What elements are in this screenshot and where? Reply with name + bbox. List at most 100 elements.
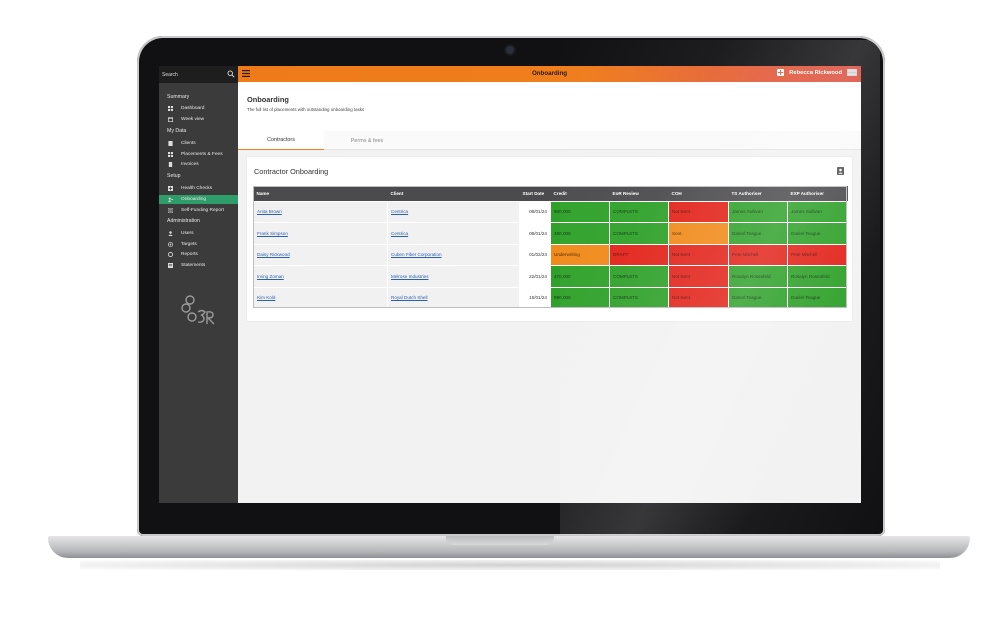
laptop-notch	[446, 536, 554, 545]
sidebar-item-users[interactable]: Users	[159, 229, 238, 238]
user-icon	[168, 231, 173, 236]
status-cell-exp[interactable]: Pete Mitchell	[787, 243, 848, 266]
sidebar-item-placements-fees[interactable]: Placements & Fees	[159, 150, 238, 159]
column-header-name[interactable]: Name	[253, 186, 388, 201]
client-link[interactable]: Centrica	[391, 231, 408, 236]
nav-section-administration: Administration	[167, 218, 200, 224]
status-cell-exp[interactable]: Daniel Teague	[787, 222, 848, 245]
column-header-client[interactable]: Client	[387, 186, 520, 201]
cell-client: Cuben Fiber Corporation	[387, 243, 520, 266]
status-cell-eor[interactable]: DRAFT	[609, 243, 669, 266]
table-row: Irving Zoman Melrose Industries 22/01/24 47…	[253, 265, 848, 288]
table-row: Frank Simpson Centrica 08/01/24 480,000 COMP…	[253, 222, 848, 245]
status-cell-credit[interactable]: 990,000	[550, 286, 610, 309]
column-header-credit[interactable]: Credit	[550, 186, 610, 201]
contractor-onboarding-card: Contractor Onboarding Name Client Start …	[247, 157, 852, 321]
tab-bar: Contractors Perms & fees	[238, 131, 861, 150]
column-header-exp-authoriser[interactable]: EXP Authoriser	[787, 186, 848, 201]
status-cell-exp[interactable]: Rosalyn Rosenfeld	[787, 265, 848, 288]
tab-perms-fees[interactable]: Perms & fees	[324, 131, 410, 150]
client-link[interactable]: Melrose Industries	[391, 274, 429, 279]
client-link[interactable]: Centrica	[391, 209, 408, 214]
sidebar-item-week-view[interactable]: Week view	[159, 115, 238, 124]
page-subtitle: The full list of placements with outstan…	[247, 107, 365, 112]
sidebar-item-reports[interactable]: Reports	[159, 250, 238, 259]
table-row: Daisy Rickwood Cuben Fiber Corporation 01/…	[253, 243, 848, 266]
sidebar-item-label: Reports	[181, 252, 198, 257]
sidebar-item-self-funding-report[interactable]: Self-Funding Report	[159, 206, 238, 215]
nav-section-summary: Summary	[167, 94, 190, 100]
status-cell-eor[interactable]: COMPLETE	[609, 222, 669, 245]
status-cell-eor[interactable]: COMPLETE	[609, 265, 669, 288]
search-icon[interactable]	[227, 70, 235, 78]
table-row: Anita Brown Centrica 08/01/24 500,000 COMPLE…	[253, 200, 848, 223]
sidebar-item-label: Targets	[181, 242, 197, 247]
sidebar-item-label: Health Checks	[181, 186, 213, 191]
sidebar-item-clients[interactable]: Clients	[159, 139, 238, 148]
status-cell-ts[interactable]: Pete Mitchell	[728, 243, 788, 266]
sidebar-item-invoices[interactable]: Invoices	[159, 160, 238, 169]
sidebar-item-statements[interactable]: Statements	[159, 261, 238, 270]
sidebar-item-health-checks[interactable]: Health Checks	[159, 184, 238, 193]
status-cell-ts[interactable]: Rosalyn Rosenfeld	[728, 265, 788, 288]
cell-name: Frank Simpson	[253, 222, 388, 245]
status-cell-ts[interactable]: Daniel Teague	[728, 286, 788, 309]
column-header-start-date[interactable]: Start Date	[519, 186, 551, 201]
sidebar-item-label: Week view	[181, 117, 205, 122]
status-cell-coh[interactable]: Not Sent	[668, 286, 729, 309]
sidebar: Summary Dashboard Week view My Data Clie…	[159, 66, 238, 503]
status-cell-coh[interactable]: Not Sent	[668, 265, 729, 288]
sidebar-item-label: Self-Funding Report	[181, 208, 224, 213]
contractor-name-link[interactable]: Daisy Rickwood	[257, 252, 290, 257]
grid-icon	[168, 106, 173, 111]
status-cell-credit[interactable]: 480,000	[550, 222, 610, 245]
cell-name: Kim Kold	[253, 286, 388, 309]
status-cell-coh[interactable]: Not Sent	[668, 200, 729, 223]
user-name[interactable]: Rebecca Rickwood	[789, 70, 842, 76]
status-cell-ts[interactable]: Daniel Teague	[728, 222, 788, 245]
uk-flag-icon[interactable]	[847, 69, 857, 76]
sidebar-item-label: Clients	[181, 141, 196, 146]
tab-contractors[interactable]: Contractors	[238, 131, 324, 150]
status-cell-coh[interactable]: Not Sent	[668, 243, 729, 266]
sidebar-item-dashboard[interactable]: Dashboard	[159, 104, 238, 113]
sidebar-search	[159, 66, 238, 83]
column-header-ts-authoriser[interactable]: TS Authoriser	[728, 186, 788, 201]
card-title: Contractor Onboarding	[254, 167, 329, 176]
cell-client: Centrica	[387, 222, 520, 245]
column-header-coh[interactable]: COH	[668, 186, 729, 201]
user-plus-icon[interactable]	[777, 69, 785, 76]
status-cell-credit[interactable]: 500,000	[550, 200, 610, 223]
client-link[interactable]: Royal Dutch Shell	[391, 295, 428, 300]
contractor-name-link[interactable]: Irving Zoman	[257, 274, 284, 279]
status-cell-exp[interactable]: Daniel Teague	[787, 286, 848, 309]
client-link[interactable]: Cuben Fiber Corporation	[391, 252, 442, 257]
header-title: Onboarding	[531, 70, 568, 77]
camera-icon	[506, 46, 514, 54]
column-header-eor-review[interactable]: EoR Review	[609, 186, 669, 201]
status-cell-ts[interactable]: James Sullivan	[728, 200, 788, 223]
cell-start-date: 01/02/24	[519, 243, 551, 266]
target-icon	[168, 242, 173, 247]
sidebar-item-targets[interactable]: Targets	[159, 240, 238, 249]
status-cell-credit[interactable]: 470,000	[550, 265, 610, 288]
table-row: Kim Kold Royal Dutch Shell 15/01/24 990,000…	[253, 286, 848, 309]
sidebar-item-label: Placements & Fees	[181, 152, 223, 157]
status-cell-eor[interactable]: COMPLETE	[609, 200, 669, 223]
status-cell-credit[interactable]: Underwriting	[550, 243, 610, 266]
contractor-name-link[interactable]: Anita Brown	[257, 209, 282, 214]
contractor-name-link[interactable]: Frank Simpson	[257, 231, 288, 236]
user-menu[interactable]: Rebecca Rickwood	[777, 69, 857, 76]
plus-square-icon	[168, 186, 173, 191]
status-cell-eor[interactable]: COMPLETE	[609, 286, 669, 309]
sidebar-item-label: Onboarding	[181, 197, 207, 202]
search-input[interactable]	[162, 71, 222, 78]
sidebar-item-onboarding[interactable]: Onboarding	[159, 195, 238, 204]
cell-name: Irving Zoman	[253, 265, 388, 288]
contact-card-icon[interactable]	[837, 167, 844, 175]
cell-client: Centrica	[387, 200, 520, 223]
report-icon	[168, 208, 173, 213]
status-cell-coh[interactable]: Sent	[668, 222, 729, 245]
status-cell-exp[interactable]: James Sullivan	[787, 200, 848, 223]
contractor-name-link[interactable]: Kim Kold	[257, 295, 275, 300]
